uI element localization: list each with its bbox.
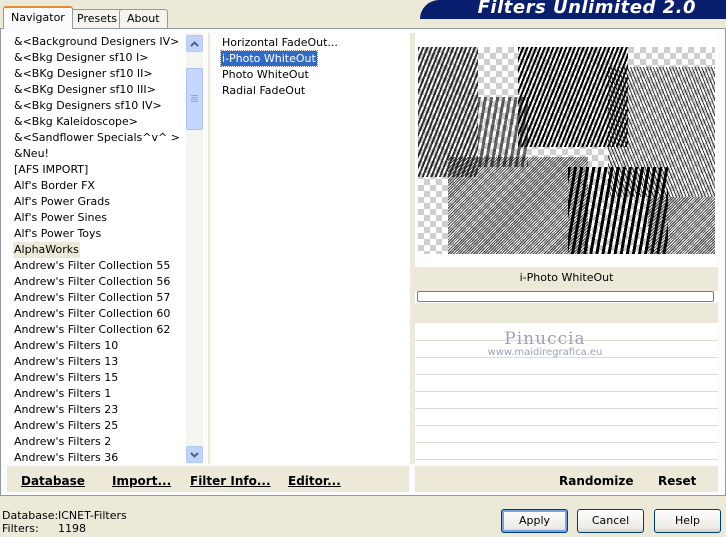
category-item[interactable]: &<Background Designers IV> xyxy=(13,34,180,50)
randomize-button[interactable]: Randomize xyxy=(559,474,633,488)
category-item[interactable]: [AFS IMPORT] xyxy=(13,162,89,178)
preview-name-bar: i-Photo WhiteOut xyxy=(415,267,718,291)
scroll-thumb[interactable] xyxy=(186,68,203,130)
chevron-down-icon xyxy=(190,451,199,458)
database-button[interactable]: Database xyxy=(21,474,85,488)
parameter-row xyxy=(415,408,718,409)
filter-item[interactable]: Photo WhiteOut xyxy=(221,67,310,82)
category-item[interactable]: Andrew's Filters 25 xyxy=(13,418,119,434)
category-item-selected[interactable]: AlphaWorks xyxy=(13,242,80,258)
category-item[interactable]: &Neu! xyxy=(13,146,50,162)
category-item[interactable]: Alf's Border FX xyxy=(13,178,96,194)
preview-filter-name: i-Photo WhiteOut xyxy=(519,271,614,284)
reset-button[interactable]: Reset xyxy=(658,474,696,488)
chevron-up-icon xyxy=(190,40,199,47)
scroll-up-button[interactable] xyxy=(186,35,203,52)
filter-list[interactable]: Horizontal FadeOut... i-Photo WhiteOut P… xyxy=(214,33,409,464)
filter-item-selected[interactable]: i-Photo WhiteOut xyxy=(220,50,318,67)
category-item[interactable]: &<BKg Designer sf10 III> xyxy=(13,82,157,98)
category-item[interactable]: Andrew's Filter Collection 57 xyxy=(13,290,171,306)
preview-progress-bar xyxy=(417,291,714,302)
category-item[interactable]: Alf's Power Grads xyxy=(13,194,111,210)
title-banner: Filters Unlimited 2.0 xyxy=(420,0,726,19)
tab-strip: Navigator Presets About xyxy=(0,0,420,29)
tab-navigator[interactable]: Navigator xyxy=(3,6,73,29)
category-item[interactable]: Andrew's Filters 10 xyxy=(13,338,119,354)
watermark-url: www.maidiregrafica.eu xyxy=(487,347,603,358)
tab-presets[interactable]: Presets xyxy=(69,9,126,28)
category-item[interactable]: Andrew's Filters 15 xyxy=(13,370,119,386)
watermark: Pinuccia www.maidiregrafica.eu xyxy=(470,329,620,358)
editor-button[interactable]: Editor... xyxy=(288,474,341,488)
help-button[interactable]: Help xyxy=(654,509,721,533)
category-item[interactable]: &<Sandflower Specials^v^ > xyxy=(13,130,181,146)
category-scrollbar[interactable] xyxy=(186,33,203,464)
filters-count: 1198 xyxy=(58,522,86,535)
apply-button[interactable]: Apply xyxy=(501,509,568,533)
tab-about[interactable]: About xyxy=(119,9,168,28)
filter-info-button[interactable]: Filter Info... xyxy=(190,474,271,488)
category-item[interactable]: &<Bkg Designers sf10 IV> xyxy=(13,98,163,114)
left-button-bar: Database Import... Filter Info... Editor… xyxy=(7,466,409,492)
database-label: Database: xyxy=(2,509,59,522)
watermark-name: Pinuccia xyxy=(504,329,586,349)
filter-item[interactable]: Horizontal FadeOut... xyxy=(221,35,339,50)
filters-label: Filters: xyxy=(2,522,39,535)
category-item[interactable]: Andrew's Filter Collection 60 xyxy=(13,306,171,322)
parameter-row xyxy=(415,391,718,392)
cancel-button[interactable]: Cancel xyxy=(577,509,644,533)
category-item[interactable]: Andrew's Filters 1 xyxy=(13,386,112,402)
category-item[interactable]: &<Bkg Kaleidoscope> xyxy=(13,114,139,130)
category-item[interactable]: Andrew's Filter Collection 56 xyxy=(13,274,171,290)
status-info: Database:ICNET-Filters Filters: 1198 xyxy=(2,509,127,535)
filter-item[interactable]: Radial FadeOut xyxy=(221,83,306,98)
preview-image xyxy=(418,47,715,254)
category-item[interactable]: Andrew's Filter Collection 55 xyxy=(13,258,171,274)
category-item[interactable]: Andrew's Filters 23 xyxy=(13,402,119,418)
right-button-bar: Randomize Reset xyxy=(415,466,718,492)
parameter-row xyxy=(415,459,718,460)
database-value: ICNET-Filters xyxy=(58,509,127,522)
parameter-row xyxy=(415,425,718,426)
category-item[interactable]: Alf's Power Sines xyxy=(13,210,108,226)
category-item[interactable]: Andrew's Filters 13 xyxy=(13,354,119,370)
category-list[interactable]: &<Background Designers IV> &<Bkg Designe… xyxy=(7,33,205,464)
category-item[interactable]: Andrew's Filters 36 xyxy=(13,450,119,466)
category-item[interactable]: Alf's Power Toys xyxy=(13,226,102,242)
category-item[interactable]: Andrew's Filter Collection 62 xyxy=(13,322,171,338)
parameter-row xyxy=(415,374,718,375)
app-title: Filters Unlimited 2.0 xyxy=(477,0,696,18)
import-button[interactable]: Import... xyxy=(112,474,171,488)
scroll-down-button[interactable] xyxy=(186,446,203,463)
parameter-row xyxy=(415,442,718,443)
category-item[interactable]: Andrew's Filters 2 xyxy=(13,434,112,450)
category-item[interactable]: &<Bkg Designer sf10 I> xyxy=(13,50,150,66)
category-item[interactable]: &<BKg Designer sf10 II> xyxy=(13,66,154,82)
